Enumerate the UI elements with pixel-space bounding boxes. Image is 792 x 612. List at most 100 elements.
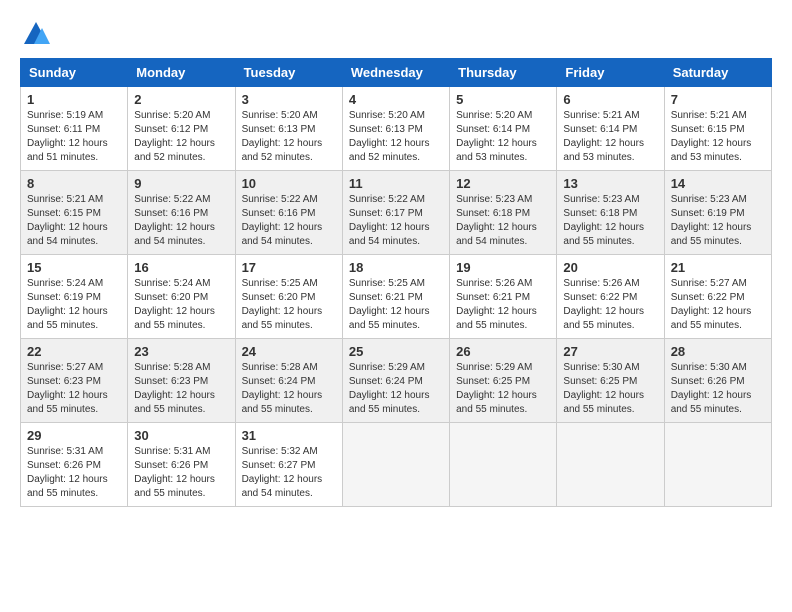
day-number: 22 xyxy=(27,344,121,359)
day-number: 23 xyxy=(134,344,228,359)
day-info: Sunrise: 5:29 AMSunset: 6:25 PMDaylight:… xyxy=(456,361,550,417)
day-info: Sunrise: 5:20 AMSunset: 6:13 PMDaylight:… xyxy=(349,109,443,165)
calendar-day-cell: 19 Sunrise: 5:26 AMSunset: 6:21 PMDayligh… xyxy=(450,255,557,339)
day-info: Sunrise: 5:22 AMSunset: 6:17 PMDaylight:… xyxy=(349,193,443,249)
day-info: Sunrise: 5:23 AMSunset: 6:18 PMDaylight:… xyxy=(456,193,550,249)
calendar-day-cell: 23 Sunrise: 5:28 AMSunset: 6:23 PMDayligh… xyxy=(128,339,235,423)
calendar-day-cell: 6 Sunrise: 5:21 AMSunset: 6:14 PMDaylight… xyxy=(557,87,664,171)
calendar-day-cell: 24 Sunrise: 5:28 AMSunset: 6:24 PMDayligh… xyxy=(235,339,342,423)
day-info: Sunrise: 5:24 AMSunset: 6:20 PMDaylight:… xyxy=(134,277,228,333)
calendar-day-cell: 30 Sunrise: 5:31 AMSunset: 6:26 PMDayligh… xyxy=(128,423,235,507)
day-number: 3 xyxy=(242,92,336,107)
calendar-day-cell: 7 Sunrise: 5:21 AMSunset: 6:15 PMDaylight… xyxy=(664,87,771,171)
logo xyxy=(20,20,50,48)
calendar-day-cell: 12 Sunrise: 5:23 AMSunset: 6:18 PMDayligh… xyxy=(450,171,557,255)
day-info: Sunrise: 5:26 AMSunset: 6:21 PMDaylight:… xyxy=(456,277,550,333)
day-number: 26 xyxy=(456,344,550,359)
calendar-day-cell: 10 Sunrise: 5:22 AMSunset: 6:16 PMDayligh… xyxy=(235,171,342,255)
day-number: 28 xyxy=(671,344,765,359)
calendar-day-cell: 1Sunrise: 5:19 AMSunset: 6:11 PMDaylight… xyxy=(21,87,128,171)
calendar-week-row: 15 Sunrise: 5:24 AMSunset: 6:19 PMDayligh… xyxy=(21,255,772,339)
day-number: 21 xyxy=(671,260,765,275)
day-info: Sunrise: 5:20 AMSunset: 6:13 PMDaylight:… xyxy=(242,109,336,165)
day-of-week-header: Sunday xyxy=(21,59,128,87)
day-number: 13 xyxy=(563,176,657,191)
calendar-day-cell: 9 Sunrise: 5:22 AMSunset: 6:16 PMDaylight… xyxy=(128,171,235,255)
day-info: Sunrise: 5:21 AMSunset: 6:14 PMDaylight:… xyxy=(563,109,657,165)
calendar-day-cell: 13Sunrise: 5:23 AMSunset: 6:18 PMDayligh… xyxy=(557,171,664,255)
day-number: 31 xyxy=(242,428,336,443)
day-info: Sunrise: 5:23 AMSunset: 6:19 PMDaylight:… xyxy=(671,193,765,249)
calendar-day-cell: 16Sunrise: 5:24 AMSunset: 6:20 PMDayligh… xyxy=(128,255,235,339)
day-number: 6 xyxy=(563,92,657,107)
day-info: Sunrise: 5:30 AMSunset: 6:26 PMDaylight:… xyxy=(671,361,765,417)
day-info: Sunrise: 5:26 AMSunset: 6:22 PMDaylight:… xyxy=(563,277,657,333)
day-info: Sunrise: 5:21 AMSunset: 6:15 PMDaylight:… xyxy=(671,109,765,165)
day-number: 19 xyxy=(456,260,550,275)
logo-icon xyxy=(22,20,50,48)
day-number: 4 xyxy=(349,92,443,107)
day-info: Sunrise: 5:32 AMSunset: 6:27 PMDaylight:… xyxy=(242,445,336,501)
day-number: 5 xyxy=(456,92,550,107)
day-of-week-header: Saturday xyxy=(664,59,771,87)
day-number: 29 xyxy=(27,428,121,443)
calendar-day-cell: 3 Sunrise: 5:20 AMSunset: 6:13 PMDaylight… xyxy=(235,87,342,171)
empty-day-cell xyxy=(450,423,557,507)
empty-day-cell xyxy=(664,423,771,507)
day-info: Sunrise: 5:24 AMSunset: 6:19 PMDaylight:… xyxy=(27,277,121,333)
calendar-day-cell: 28 Sunrise: 5:30 AMSunset: 6:26 PMDayligh… xyxy=(664,339,771,423)
day-of-week-header: Friday xyxy=(557,59,664,87)
day-number: 14 xyxy=(671,176,765,191)
calendar-day-cell: 25 Sunrise: 5:29 AMSunset: 6:24 PMDayligh… xyxy=(342,339,449,423)
day-info: Sunrise: 5:25 AMSunset: 6:21 PMDaylight:… xyxy=(349,277,443,333)
calendar-day-cell: 21 Sunrise: 5:27 AMSunset: 6:22 PMDayligh… xyxy=(664,255,771,339)
calendar-day-cell: 22 Sunrise: 5:27 AMSunset: 6:23 PMDayligh… xyxy=(21,339,128,423)
day-info: Sunrise: 5:19 AMSunset: 6:11 PMDaylight:… xyxy=(27,109,121,165)
day-number: 2 xyxy=(134,92,228,107)
empty-day-cell xyxy=(342,423,449,507)
day-info: Sunrise: 5:27 AMSunset: 6:22 PMDaylight:… xyxy=(671,277,765,333)
calendar-day-cell: 17 Sunrise: 5:25 AMSunset: 6:20 PMDayligh… xyxy=(235,255,342,339)
day-number: 12 xyxy=(456,176,550,191)
calendar-week-row: 22 Sunrise: 5:27 AMSunset: 6:23 PMDayligh… xyxy=(21,339,772,423)
day-of-week-header: Tuesday xyxy=(235,59,342,87)
day-number: 24 xyxy=(242,344,336,359)
day-info: Sunrise: 5:22 AMSunset: 6:16 PMDaylight:… xyxy=(134,193,228,249)
calendar-day-cell: 2 Sunrise: 5:20 AMSunset: 6:12 PMDaylight… xyxy=(128,87,235,171)
calendar-day-cell: 18 Sunrise: 5:25 AMSunset: 6:21 PMDayligh… xyxy=(342,255,449,339)
day-number: 10 xyxy=(242,176,336,191)
calendar-day-cell: 29 Sunrise: 5:31 AMSunset: 6:26 PMDayligh… xyxy=(21,423,128,507)
day-info: Sunrise: 5:30 AMSunset: 6:25 PMDaylight:… xyxy=(563,361,657,417)
page-header xyxy=(20,20,772,48)
day-info: Sunrise: 5:20 AMSunset: 6:12 PMDaylight:… xyxy=(134,109,228,165)
day-number: 9 xyxy=(134,176,228,191)
day-number: 20 xyxy=(563,260,657,275)
day-info: Sunrise: 5:31 AMSunset: 6:26 PMDaylight:… xyxy=(134,445,228,501)
calendar-day-cell: 15 Sunrise: 5:24 AMSunset: 6:19 PMDayligh… xyxy=(21,255,128,339)
day-of-week-header: Thursday xyxy=(450,59,557,87)
day-info: Sunrise: 5:27 AMSunset: 6:23 PMDaylight:… xyxy=(27,361,121,417)
day-number: 15 xyxy=(27,260,121,275)
calendar-week-row: 8 Sunrise: 5:21 AMSunset: 6:15 PMDaylight… xyxy=(21,171,772,255)
day-number: 18 xyxy=(349,260,443,275)
calendar-day-cell: 26 Sunrise: 5:29 AMSunset: 6:25 PMDayligh… xyxy=(450,339,557,423)
day-number: 17 xyxy=(242,260,336,275)
day-info: Sunrise: 5:25 AMSunset: 6:20 PMDaylight:… xyxy=(242,277,336,333)
day-number: 25 xyxy=(349,344,443,359)
day-number: 30 xyxy=(134,428,228,443)
day-info: Sunrise: 5:29 AMSunset: 6:24 PMDaylight:… xyxy=(349,361,443,417)
day-info: Sunrise: 5:31 AMSunset: 6:26 PMDaylight:… xyxy=(27,445,121,501)
calendar-day-cell: 20 Sunrise: 5:26 AMSunset: 6:22 PMDayligh… xyxy=(557,255,664,339)
calendar-day-cell: 8 Sunrise: 5:21 AMSunset: 6:15 PMDaylight… xyxy=(21,171,128,255)
day-number: 27 xyxy=(563,344,657,359)
day-number: 8 xyxy=(27,176,121,191)
day-info: Sunrise: 5:28 AMSunset: 6:24 PMDaylight:… xyxy=(242,361,336,417)
day-info: Sunrise: 5:20 AMSunset: 6:14 PMDaylight:… xyxy=(456,109,550,165)
day-of-week-header: Wednesday xyxy=(342,59,449,87)
day-info: Sunrise: 5:22 AMSunset: 6:16 PMDaylight:… xyxy=(242,193,336,249)
empty-day-cell xyxy=(557,423,664,507)
day-info: Sunrise: 5:28 AMSunset: 6:23 PMDaylight:… xyxy=(134,361,228,417)
day-of-week-header: Monday xyxy=(128,59,235,87)
day-info: Sunrise: 5:21 AMSunset: 6:15 PMDaylight:… xyxy=(27,193,121,249)
day-number: 7 xyxy=(671,92,765,107)
